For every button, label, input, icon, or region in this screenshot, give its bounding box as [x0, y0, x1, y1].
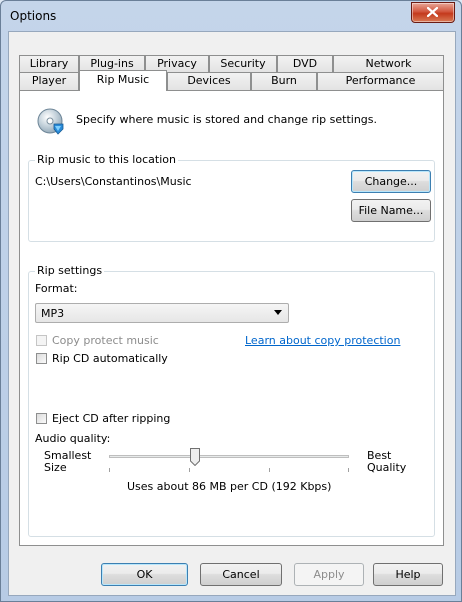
eject-cd-label: Eject CD after ripping — [52, 412, 171, 425]
format-select[interactable]: MP3 — [35, 303, 289, 323]
location-group: Rip music to this location C:\Users\Cons… — [28, 153, 435, 242]
close-icon — [427, 7, 438, 17]
change-button[interactable]: Change... — [351, 170, 431, 193]
cancel-button[interactable]: Cancel — [200, 563, 282, 586]
rip-cd-automatically-label: Rip CD automatically — [52, 352, 168, 365]
window-title: Options — [10, 9, 57, 23]
rip-settings-group-label: Rip settings — [35, 264, 105, 277]
tab-player[interactable]: Player — [19, 72, 79, 90]
slider-tick — [109, 468, 110, 472]
slider-tick — [189, 468, 190, 472]
rip-settings-group: Rip settings Format: MP3 Copy protect mu… — [28, 264, 435, 537]
tab-library[interactable]: Library — [19, 55, 79, 72]
slider-track — [109, 455, 349, 458]
size-label: Size — [44, 461, 67, 474]
copy-protect-checkbox[interactable] — [36, 335, 47, 346]
tab-performance[interactable]: Performance — [317, 72, 444, 90]
audio-usage-text: Uses about 86 MB per CD (192 Kbps) — [127, 480, 332, 493]
location-path: C:\Users\Constantinos\Music — [35, 175, 192, 188]
tab-dvd[interactable]: DVD — [277, 55, 333, 72]
format-label: Format: — [35, 282, 78, 295]
title-bar[interactable]: Options — [1, 1, 461, 31]
eject-cd-checkbox[interactable] — [36, 413, 47, 424]
ok-button[interactable]: OK — [101, 563, 188, 586]
copy-protect-label: Copy protect music — [52, 334, 159, 347]
tab-burn[interactable]: Burn — [251, 72, 317, 90]
file-name-button[interactable]: File Name... — [351, 199, 431, 222]
options-window: Options Library Plug-ins Privacy Securit… — [0, 0, 462, 602]
dialog-body: Library Plug-ins Privacy Security DVD Ne… — [8, 31, 456, 596]
close-button[interactable] — [411, 2, 455, 23]
slider-thumb[interactable] — [190, 448, 200, 466]
apply-button[interactable]: Apply — [294, 563, 364, 586]
help-button[interactable]: Help — [373, 563, 443, 586]
tab-security[interactable]: Security — [209, 55, 277, 72]
tab-devices[interactable]: Devices — [167, 72, 251, 90]
audio-quality-label: Audio quality: — [35, 432, 111, 445]
chevron-down-icon — [274, 310, 282, 315]
location-group-label: Rip music to this location — [35, 153, 178, 166]
tab-rip-music[interactable]: Rip Music — [79, 70, 167, 91]
rip-music-panel: Specify where music is stored and change… — [19, 90, 444, 546]
rip-cd-automatically-checkbox[interactable] — [36, 353, 47, 364]
description-text: Specify where music is stored and change… — [76, 113, 377, 126]
tab-network[interactable]: Network — [333, 55, 444, 72]
learn-copy-protection-link[interactable]: Learn about copy protection — [245, 334, 400, 347]
slider-tick — [348, 468, 349, 472]
slider-tick — [269, 468, 270, 472]
format-select-value: MP3 — [41, 307, 65, 320]
cd-rip-icon — [37, 108, 64, 135]
quality-label: Quality — [367, 461, 407, 474]
audio-quality-slider[interactable] — [109, 448, 349, 474]
